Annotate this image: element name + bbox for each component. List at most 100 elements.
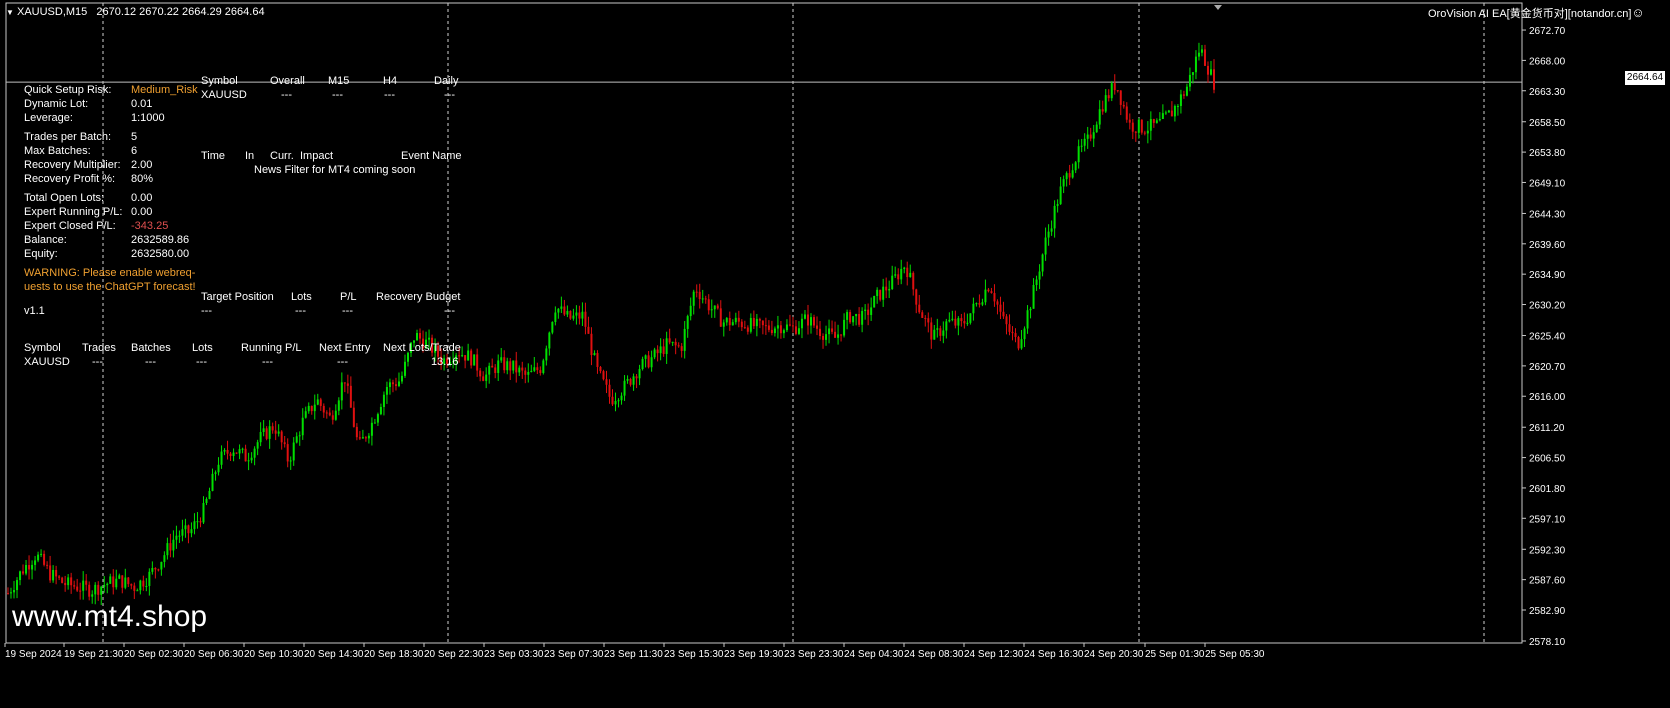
candle-body: [229, 453, 232, 457]
candle-body: [256, 442, 259, 449]
candle-body: [1092, 132, 1095, 139]
candle-body: [572, 315, 575, 319]
price-tick-label: 2653.80: [1529, 148, 1566, 159]
candle-body: [674, 341, 677, 346]
candle-body: [205, 499, 208, 504]
candle-body: [271, 426, 274, 431]
candle-body: [671, 341, 674, 343]
candle-body: [1164, 112, 1167, 114]
candle-body: [1053, 205, 1056, 229]
candle-body: [746, 327, 749, 332]
setting-value: -343.25: [131, 220, 169, 232]
candle-body: [112, 576, 115, 588]
candle-body: [873, 296, 876, 308]
price-axis: 2672.70 2668.00 2663.30 2658.50 2653.80 2649.…: [1522, 26, 1566, 648]
smiley-icon: ☺: [1631, 5, 1645, 20]
candle-body: [647, 355, 650, 368]
time-axis: 19 Sep 2024 19 Sep 21:30 20 Sep 02:30 20 Se…: [4, 643, 1265, 660]
news-header-in: In: [245, 150, 255, 162]
candle-body: [1194, 56, 1197, 73]
candle-body: [611, 396, 614, 405]
candle-body: [250, 457, 253, 461]
price-tick-label: 2611.20: [1529, 423, 1565, 434]
target-header-position: Target Position: [201, 291, 274, 303]
candle-body: [629, 378, 632, 385]
dropdown-triangle-icon[interactable]: ▼: [6, 8, 14, 17]
candle-body: [689, 305, 692, 317]
time-tick-label: 20 Sep 22:30: [424, 649, 484, 660]
candle-body: [497, 360, 500, 373]
candle-body: [283, 442, 286, 445]
time-tick-label: 24 Sep 16:30: [1024, 649, 1084, 660]
candle-body: [211, 473, 214, 491]
candle-body: [10, 592, 13, 594]
candle-body: [22, 571, 25, 574]
time-tick-label: 20 Sep 06:30: [184, 649, 244, 660]
time-tick-label: 19 Sep 2024: [5, 649, 62, 660]
price-tick-label: 2639.60: [1529, 240, 1566, 251]
candle-body: [563, 306, 566, 315]
candle-body: [1083, 138, 1086, 146]
candle-body: [659, 346, 662, 354]
candle-body: [136, 590, 139, 592]
candle-body: [524, 370, 527, 375]
candle-body: [130, 584, 133, 586]
candle-body: [1086, 134, 1089, 139]
current-price-tag: 2664.64: [1625, 71, 1665, 85]
candle-body: [328, 412, 331, 416]
candle-body: [722, 322, 725, 327]
candle-body: [169, 543, 172, 551]
candle-body: [822, 336, 825, 340]
candle-body: [391, 382, 394, 385]
candle-body: [734, 317, 737, 323]
candle-body: [557, 308, 560, 313]
candle-body: [837, 334, 840, 338]
news-message: News Filter for MT4 coming soon: [254, 164, 416, 176]
candle-body: [1050, 228, 1053, 232]
candle-body: [692, 291, 695, 306]
candle-body: [178, 535, 181, 537]
setting-label: Trades per Batch:: [24, 131, 112, 143]
chart-title: ▼ XAUUSD,M15 2670.12 2670.22 2664.29 266…: [6, 6, 265, 18]
batch-row-symbol: XAUUSD: [24, 356, 70, 368]
time-tick-label: 23 Sep 03:30: [484, 649, 544, 660]
candle-body: [888, 289, 891, 291]
candle-body: [816, 325, 819, 329]
candle-body: [993, 293, 996, 302]
candle-body: [370, 422, 373, 436]
candle-body: [64, 582, 67, 586]
time-tick-label: 23 Sep 07:30: [544, 649, 604, 660]
candle-body: [500, 357, 503, 361]
trend-row-symbol: XAUUSD: [201, 89, 247, 101]
candle-body: [587, 326, 590, 334]
candle-body: [515, 360, 518, 373]
candle-body: [235, 452, 238, 454]
candle-body: [575, 312, 578, 316]
candle-body: [1206, 65, 1209, 75]
candle-body: [593, 353, 596, 356]
setting-value: Medium_Risk: [131, 84, 198, 96]
candle-body: [382, 394, 385, 407]
setting-value: 0.00: [131, 192, 153, 204]
candle-body: [665, 338, 668, 354]
setting-label: Expert Running P/L:: [24, 206, 123, 218]
candle-body: [100, 586, 103, 595]
setting-value: 2.00: [131, 159, 153, 171]
candle-body: [416, 333, 419, 341]
candle-body: [1155, 120, 1158, 123]
candle-body: [740, 321, 743, 328]
candle-body: [280, 431, 283, 443]
price-tick-label: 2606.50: [1529, 454, 1566, 465]
candle-body: [548, 332, 551, 349]
candle-body: [662, 346, 665, 354]
candle-body: [1020, 339, 1023, 349]
warning-line-2: uests to use the ChatGPT forecast!: [24, 281, 196, 293]
candle-body: [936, 328, 939, 330]
candle-body: [623, 380, 626, 396]
candle-body: [1062, 179, 1065, 187]
candle-body: [849, 312, 852, 323]
candle-body: [870, 307, 873, 315]
candle-body: [1188, 74, 1191, 87]
candle-body: [776, 325, 779, 329]
candle-body: [668, 338, 671, 343]
